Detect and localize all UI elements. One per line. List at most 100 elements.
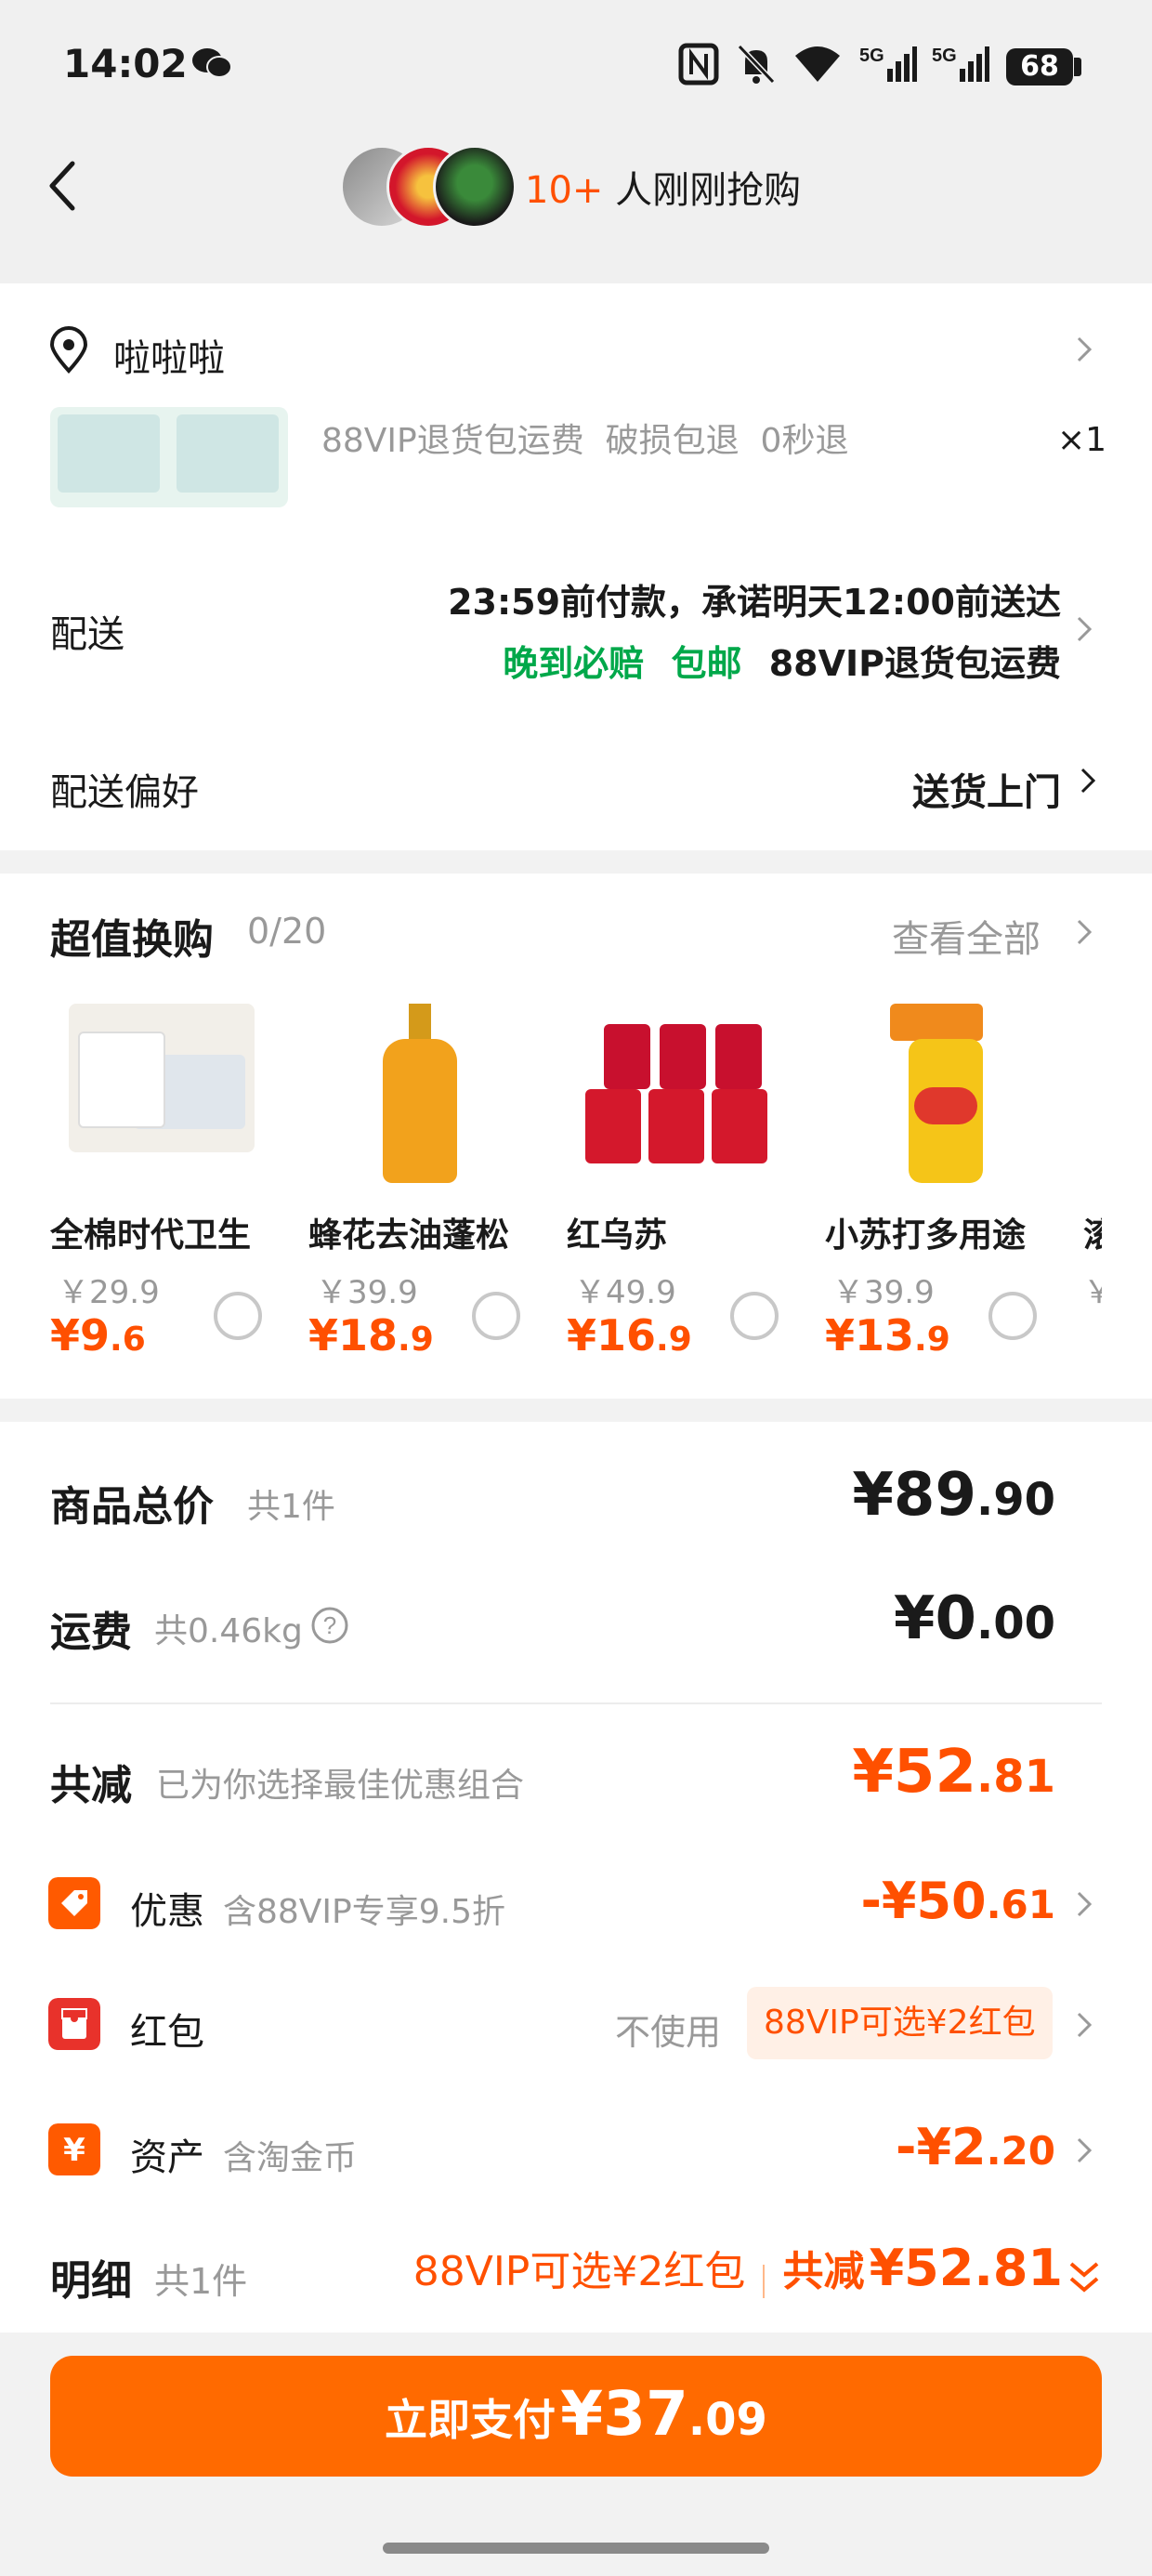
detail-redpack-hint: 88VIP可选¥2红包 xyxy=(412,2248,746,2295)
goods-count: 共1件 xyxy=(247,1488,335,1526)
mute-bell-icon xyxy=(737,44,776,85)
addon-product[interactable]: 红乌苏 ￥49.9 ¥16.9 xyxy=(567,1004,818,1360)
help-icon[interactable]: ? xyxy=(310,1606,349,1645)
addon-product[interactable]: 全棉时代卫生 ￥29.9 ¥9.6 xyxy=(50,1004,301,1360)
shipping-label: 运费 xyxy=(50,1609,132,1656)
delivery-promise: 23:59前付款，承诺明天12:00前送达 xyxy=(448,582,1061,623)
shipping-value: ¥0.00 xyxy=(893,1584,1055,1653)
select-radio[interactable] xyxy=(988,1292,1037,1340)
delivery-pref-value[interactable]: 送货上门 xyxy=(912,762,1061,816)
promo-note: 含88VIP专享9.5折 xyxy=(223,1893,506,1931)
address-name: 啦啦啦 xyxy=(113,337,225,380)
divider xyxy=(50,1702,1102,1704)
select-radio[interactable] xyxy=(730,1292,779,1340)
select-radio[interactable] xyxy=(472,1292,520,1340)
detail-summary: 88VIP可选¥2红包 共减 ¥52.81 xyxy=(413,2238,1063,2298)
order-info-card: 啦啦啦 88VIP退货包运费 破损包退 0秒退 ×1 配送 23:59前付款，承… xyxy=(0,283,1152,850)
product-sale-price: ¥13.9 xyxy=(825,1310,950,1360)
chevron-right-icon xyxy=(1077,2012,1093,2038)
goods-total-value: ¥89.90 xyxy=(852,1461,1055,1530)
product-sale-price: ¥18.9 xyxy=(308,1310,434,1360)
back-arrow-icon[interactable] xyxy=(45,158,82,214)
signal-5g-icon: 5G xyxy=(932,46,989,82)
product-image xyxy=(69,1004,255,1152)
status-time: 14:02 xyxy=(63,41,188,86)
promo-row[interactable]: 优惠 含88VIP专享9.5折 -¥50.61 xyxy=(0,1859,1152,1952)
red-packet-status: 不使用 xyxy=(615,2012,722,2053)
addon-product-partial[interactable]: 滚 ￥ ¥ xyxy=(1083,1004,1102,1310)
detail-count: 共1件 xyxy=(154,2261,248,2302)
detail-bar[interactable]: 明细 共1件 88VIP可选¥2红包 共减 ¥52.81 xyxy=(0,2230,1152,2323)
assets-value: -¥2.20 xyxy=(896,2118,1055,2176)
discount-total-value: ¥52.81 xyxy=(852,1738,1055,1807)
product-original-price: ￥ xyxy=(1083,1274,1102,1310)
product-original-price: ￥49.9 xyxy=(574,1274,676,1311)
product-name: 红乌苏 xyxy=(567,1216,668,1255)
pay-now-button[interactable]: 立即支付 ¥37.09 xyxy=(50,2356,1102,2477)
product-thumbnail[interactable] xyxy=(50,407,288,507)
item-service-tags: 88VIP退货包运费 破损包退 0秒退 xyxy=(321,422,849,460)
chevron-right-icon[interactable] xyxy=(1080,767,1096,795)
promo-value: -¥50.61 xyxy=(860,1872,1055,1930)
battery-level: 68 xyxy=(1006,48,1073,85)
chevron-right-icon xyxy=(1077,336,1093,362)
delivery-tags: 晚到必赔 包邮 88VIP退货包运费 xyxy=(503,635,1061,686)
assets-row[interactable]: ¥ 资产 含淘金币 -¥2.20 xyxy=(0,2105,1152,2198)
assets-note: 含淘金币 xyxy=(223,2139,358,2177)
product-image xyxy=(373,1004,466,1185)
pay-amount-int: ¥37 xyxy=(560,2378,688,2450)
red-packet-icon xyxy=(48,1998,100,2050)
pay-amount-dec: .09 xyxy=(687,2394,767,2446)
promo-label: 优惠 xyxy=(130,1890,204,1933)
wechat-icon xyxy=(192,48,232,78)
home-indicator[interactable] xyxy=(383,2543,769,2554)
free-shipping-tag: 包邮 xyxy=(671,643,742,684)
product-image xyxy=(585,1024,780,1163)
product-name: 滚 xyxy=(1083,1216,1102,1255)
product-sale-price: ¥16.9 xyxy=(567,1310,692,1360)
addon-product[interactable]: 小苏打多用途 ￥39.9 ¥13.9 xyxy=(825,1004,1076,1360)
buyer-count: 10+ xyxy=(525,169,604,212)
view-all-link[interactable]: 查看全部 xyxy=(892,909,1041,963)
select-radio[interactable] xyxy=(214,1292,262,1340)
discount-note: 已为你选择最佳优惠组合 xyxy=(156,1767,525,1805)
assets-label: 资产 xyxy=(130,2136,204,2179)
svg-text:5G: 5G xyxy=(932,46,957,66)
product-original-price: ￥39.9 xyxy=(316,1274,418,1311)
svg-text:?: ? xyxy=(323,1611,336,1639)
chevron-right-icon xyxy=(1077,1891,1093,1917)
detail-label: 明细 xyxy=(50,2257,132,2305)
discount-total-label: 共减 xyxy=(50,1762,132,1809)
red-packet-row[interactable]: 红包 不使用 88VIP可选¥2红包 xyxy=(0,1979,1152,2072)
product-sale-price: ¥9.6 xyxy=(50,1310,146,1360)
product-name: 小苏打多用途 xyxy=(825,1216,1027,1255)
status-bar: 14:02 5G 5G 68 xyxy=(0,0,1152,139)
chevron-right-icon xyxy=(1077,2137,1093,2163)
avatar xyxy=(433,145,517,229)
page-header: 10+ 人刚刚抢购 xyxy=(0,139,1152,283)
buyer-label: 人刚刚抢购 xyxy=(615,169,802,212)
delivery-label: 配送 xyxy=(50,613,124,656)
battery-icon xyxy=(1074,58,1081,76)
double-chevron-down-icon[interactable] xyxy=(1068,2260,1100,2295)
location-pin-icon xyxy=(49,326,88,374)
chevron-right-icon[interactable] xyxy=(1076,918,1093,946)
recent-buyers-text: 10+ 人刚刚抢购 xyxy=(525,160,801,214)
coupon-tag-icon xyxy=(48,1877,100,1929)
detail-reduce-label: 共减 xyxy=(782,2248,865,2295)
divider xyxy=(763,2264,766,2298)
addon-product[interactable]: 蜂花去油蓬松 ￥39.9 ¥18.9 xyxy=(308,1004,559,1360)
svg-text:5G: 5G xyxy=(859,46,884,66)
addon-count: 0/20 xyxy=(247,911,327,952)
product-name: 蜂花去油蓬松 xyxy=(308,1216,510,1255)
signal-5g-icon: 5G xyxy=(859,46,917,82)
address-row[interactable]: 啦啦啦 xyxy=(0,302,1152,395)
late-compensation-tag: 晚到必赔 xyxy=(503,643,645,684)
chevron-right-icon[interactable] xyxy=(1076,615,1093,643)
product-original-price: ￥39.9 xyxy=(832,1274,935,1311)
shipping-weight: 共0.46kg xyxy=(154,1612,303,1650)
price-summary-card: 商品总价 共1件 ¥89.90 运费 共0.46kg ? ¥0.00 共减 已为… xyxy=(0,1422,1152,2333)
yuan-coin-icon: ¥ xyxy=(48,2123,100,2175)
goods-total-label: 商品总价 xyxy=(50,1483,214,1531)
red-packet-vip-tag[interactable]: 88VIP可选¥2红包 xyxy=(747,1987,1053,2059)
